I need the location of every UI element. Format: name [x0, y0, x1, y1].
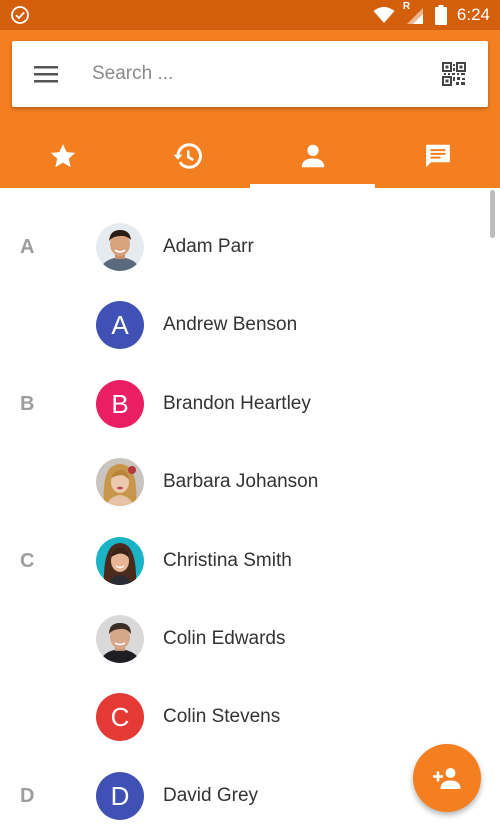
tab-favorites[interactable] [0, 123, 125, 188]
clock: 6:24 [456, 5, 490, 24]
avatar-photo [96, 223, 144, 271]
contact-name: Barbara Johanson [163, 471, 319, 492]
tab-contacts[interactable] [250, 123, 375, 188]
contact-row[interactable]: C Colin Stevens [0, 678, 490, 756]
app-bar [0, 30, 500, 188]
hamburger-menu-icon[interactable] [34, 63, 58, 85]
contact-name: Brandon Heartley [163, 393, 311, 414]
add-contact-button[interactable] [413, 744, 481, 812]
check-circle-icon [11, 6, 29, 24]
contact-name: Colin Edwards [163, 628, 286, 649]
avatar-initial: B [96, 380, 144, 428]
avatar-initial: D [96, 772, 144, 820]
tab-messages[interactable] [375, 123, 500, 188]
wifi-icon [373, 7, 395, 23]
status-bar: R 6:24 [0, 0, 500, 30]
tab-bar [0, 123, 500, 188]
battery-icon [434, 5, 447, 25]
search-input[interactable] [92, 57, 432, 91]
contact-name: Andrew Benson [163, 314, 298, 335]
avatar-photo [96, 537, 144, 585]
qr-code-icon[interactable] [442, 62, 466, 86]
contact-name: Colin Stevens [163, 706, 281, 727]
avatar-photo [96, 615, 144, 663]
section-letter: B [20, 393, 35, 415]
message-icon [425, 144, 450, 167]
search-bar [12, 41, 488, 107]
contact-name: David Grey [163, 785, 259, 806]
avatar-initial: A [96, 301, 144, 349]
person-icon [301, 144, 324, 167]
contact-list: A Adam Parr A Andrew Benson B B Brandon … [0, 188, 500, 830]
tab-recents[interactable] [125, 123, 250, 188]
add-contact-icon [433, 768, 461, 789]
contact-row[interactable]: A Andrew Benson [0, 286, 490, 364]
avatar-initial: C [96, 693, 144, 741]
avatar-photo [96, 458, 144, 506]
contact-row[interactable]: A Adam Parr [0, 208, 490, 286]
contact-name: Adam Parr [163, 236, 254, 257]
star-icon [50, 143, 75, 167]
roaming-label: R [402, 1, 411, 12]
section-letter: A [20, 236, 35, 258]
section-letter: C [20, 550, 35, 572]
contact-row[interactable]: Barbara Johanson [0, 443, 490, 521]
contact-row[interactable]: C Christina Smith [0, 522, 490, 600]
signal-roaming-icon: R [403, 1, 425, 25]
contact-name: Christina Smith [163, 550, 292, 571]
section-letter: D [20, 785, 35, 807]
contact-row[interactable]: Colin Edwards [0, 600, 490, 678]
contact-row[interactable]: B B Brandon Heartley [0, 365, 490, 443]
scrollbar[interactable] [490, 190, 495, 238]
history-icon [173, 142, 202, 169]
